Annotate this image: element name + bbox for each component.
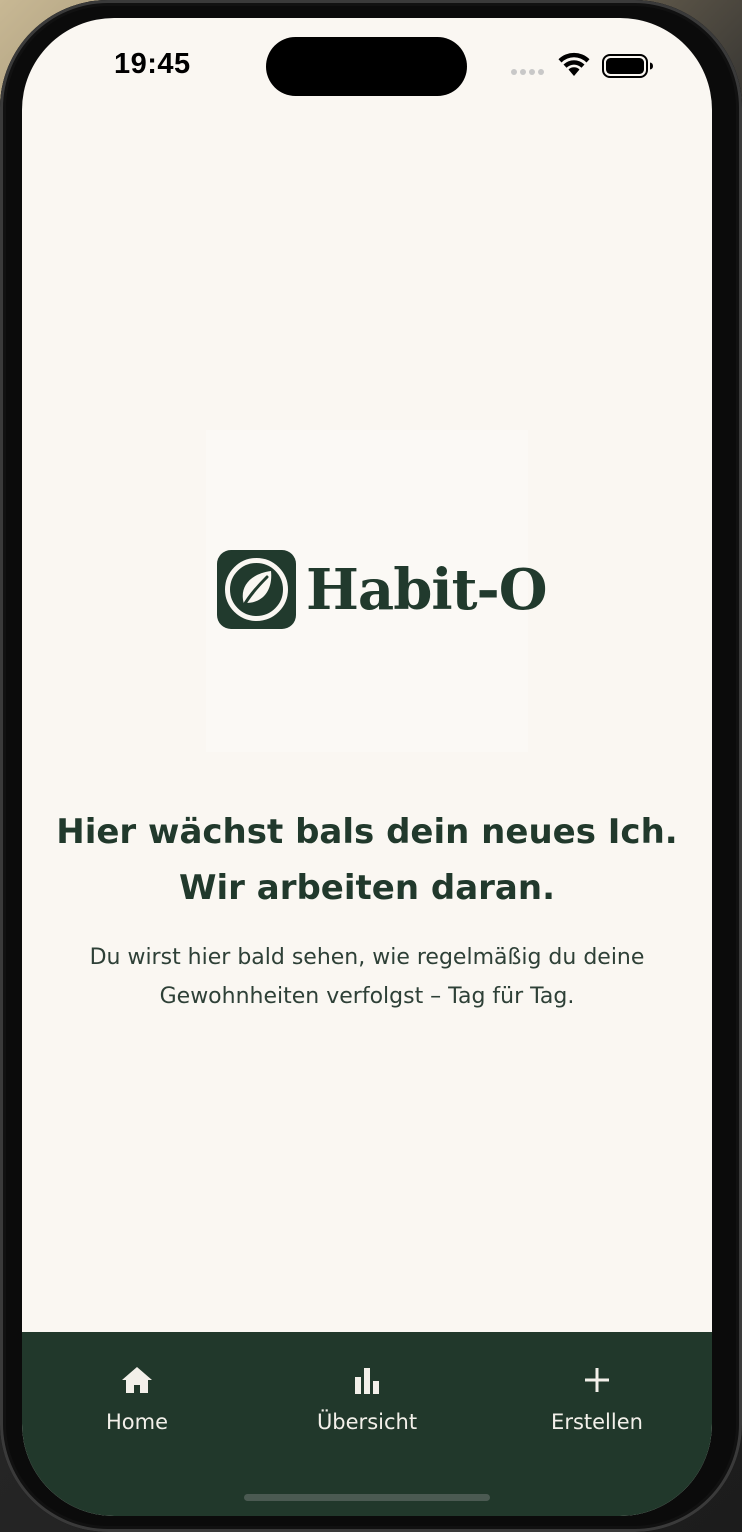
description: Du wirst hier bald sehen, wie regelmäßig… bbox=[22, 938, 712, 1016]
tab-erstellen[interactable]: Erstellen bbox=[482, 1332, 712, 1452]
phone-frame: 19:45 Habit-O Hier wächst bals dein neue… bbox=[0, 0, 742, 1532]
home-indicator[interactable] bbox=[244, 1494, 490, 1501]
app-logo: Habit-O bbox=[206, 430, 548, 752]
leaf-icon bbox=[217, 550, 296, 629]
app-screen: 19:45 Habit-O Hier wächst bals dein neue… bbox=[22, 18, 712, 1516]
status-bar: 19:45 bbox=[22, 18, 712, 118]
dynamic-island bbox=[266, 37, 467, 96]
headline: Hier wächst bals dein neues Ich. Wir arb… bbox=[22, 804, 712, 916]
plus-icon bbox=[585, 1368, 609, 1392]
brand-name: Habit-O bbox=[306, 557, 548, 623]
tab-uebersicht[interactable]: Übersicht bbox=[252, 1332, 482, 1452]
battery-icon bbox=[602, 54, 653, 78]
tab-home-label: Home bbox=[105, 1410, 168, 1434]
description-line-2: Gewohnheiten verfolgst – Tag für Tag. bbox=[159, 984, 575, 1009]
status-time: 19:45 bbox=[114, 48, 191, 80]
tab-home[interactable]: Home bbox=[22, 1332, 252, 1452]
bar-chart-icon bbox=[355, 1368, 379, 1394]
headline-line-2: Wir arbeiten daran. bbox=[179, 868, 555, 908]
wifi-icon bbox=[558, 52, 590, 76]
home-icon bbox=[122, 1367, 152, 1393]
headline-line-1: Hier wächst bals dein neues Ich. bbox=[56, 812, 678, 852]
tab-bar: Home Übersicht Erstellen bbox=[22, 1332, 712, 1516]
tab-erstellen-label: Erstellen bbox=[551, 1410, 643, 1434]
description-line-1: Du wirst hier bald sehen, wie regelmäßig… bbox=[89, 945, 645, 970]
signal-dots-icon bbox=[511, 69, 547, 75]
tab-uebersicht-label: Übersicht bbox=[316, 1410, 418, 1434]
